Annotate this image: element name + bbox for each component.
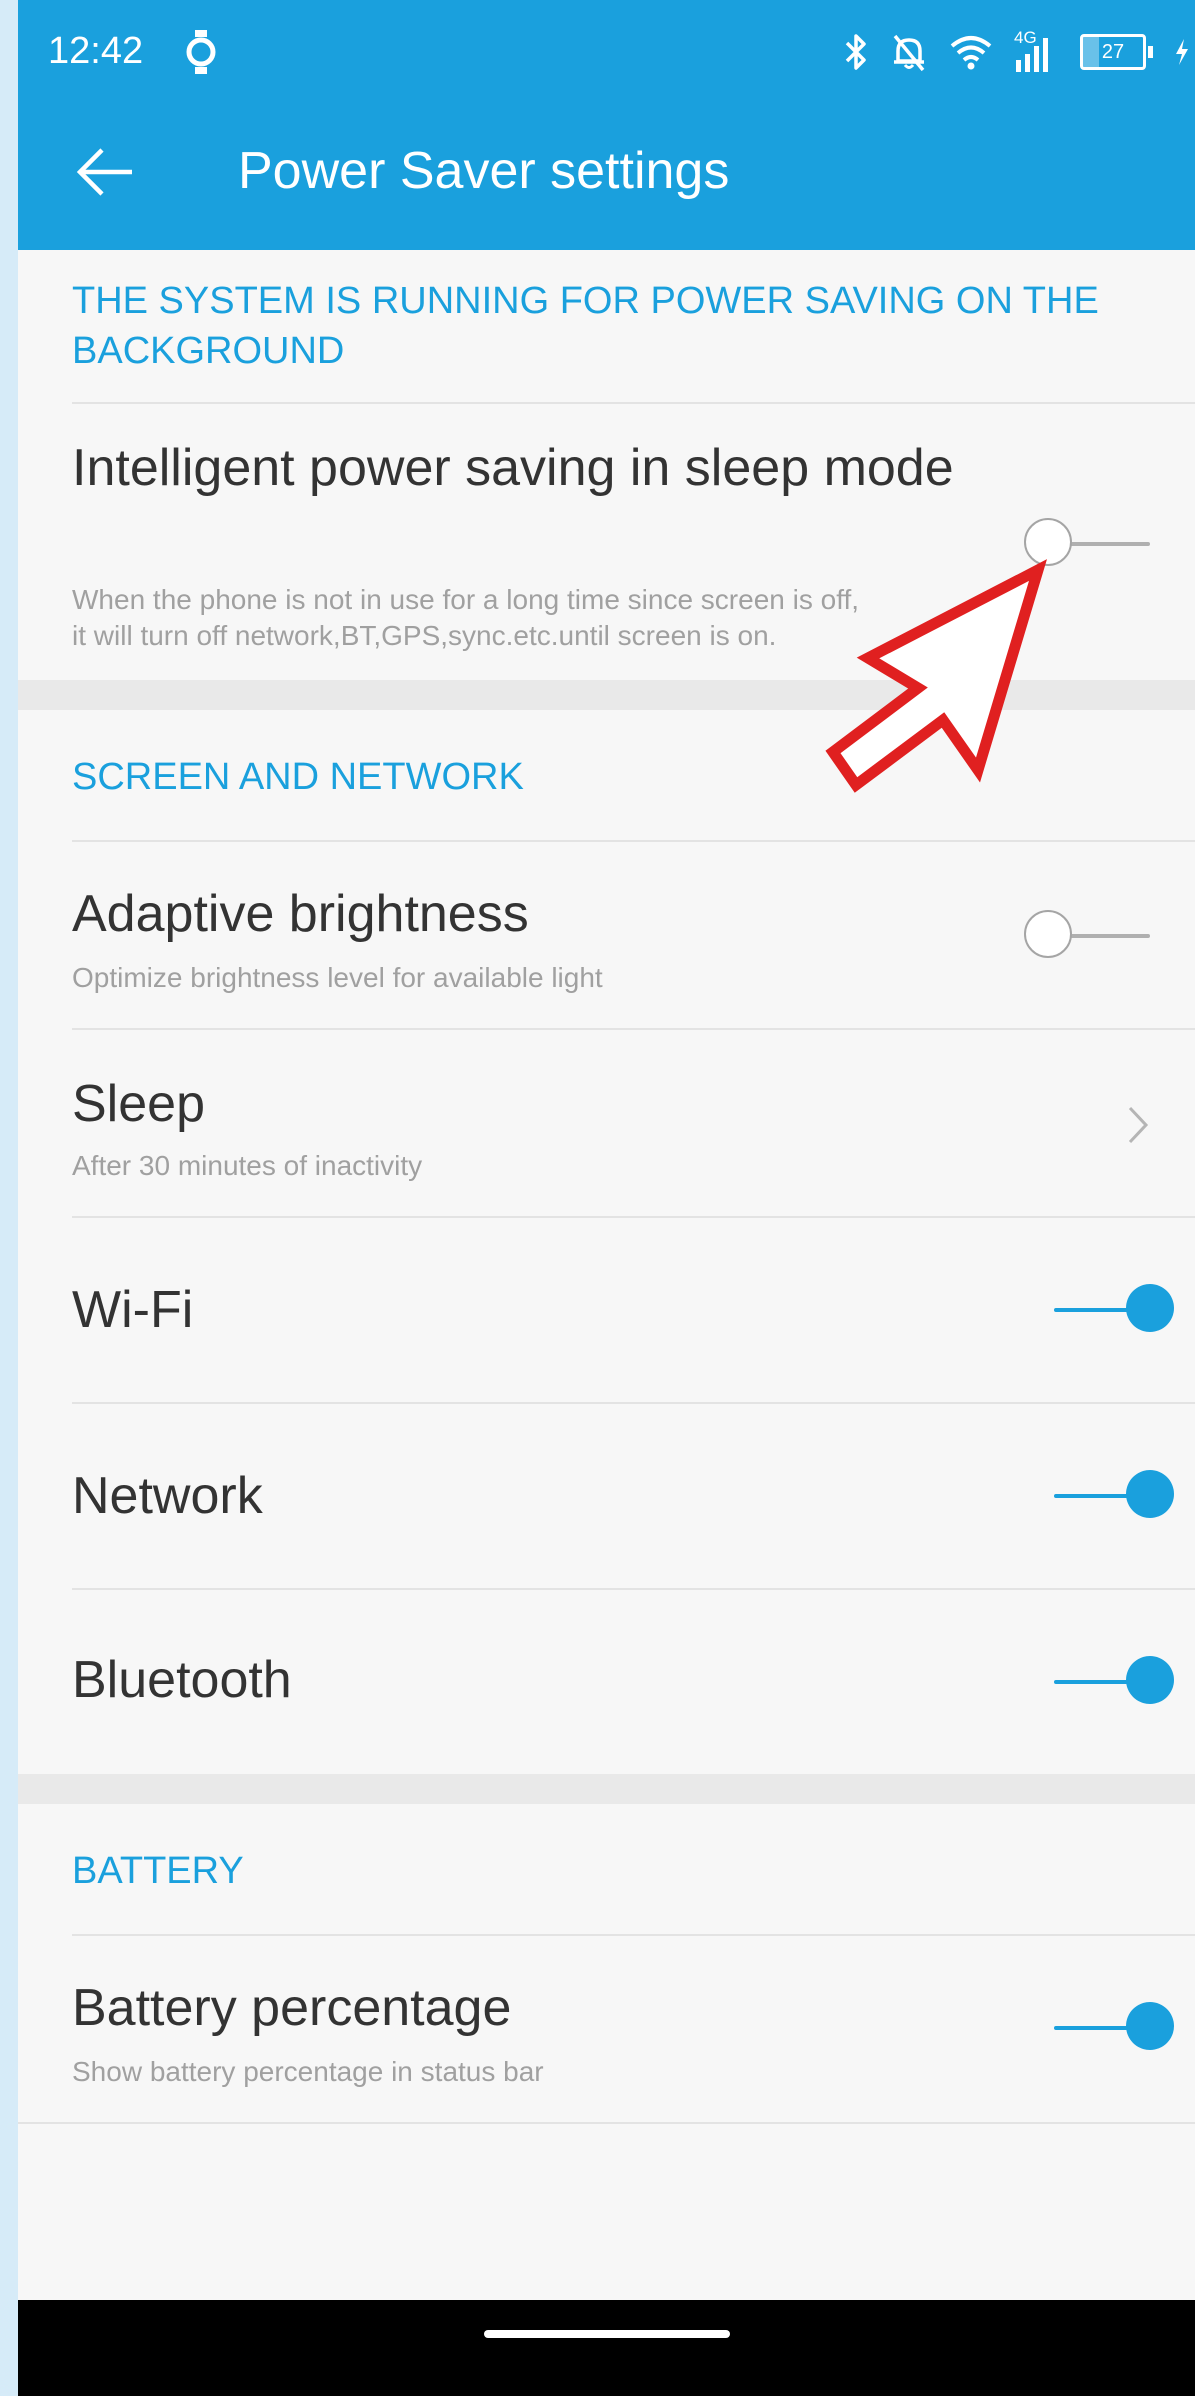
row-title: Battery percentage [72, 1979, 512, 2037]
watch-icon [186, 30, 216, 74]
row-title: Bluetooth [72, 1651, 292, 1709]
row-subtitle: After 30 minutes of inactivity [72, 1150, 423, 1181]
section-separator [18, 680, 1195, 710]
adaptive-brightness-toggle[interactable] [1024, 900, 1154, 970]
row-subtitle: When the phone is not in use for a long … [72, 584, 860, 615]
signal-icon: 4G [1014, 28, 1058, 74]
row-title: Sleep [72, 1075, 205, 1133]
section-header-screen-network: SCREEN AND NETWORK [72, 756, 524, 798]
bluetooth-icon [845, 34, 866, 70]
row-title: Wi-Fi [72, 1281, 194, 1339]
row-sleep[interactable]: Sleep After 30 minutes of inactivity [18, 1030, 1195, 1216]
row-battery-percentage[interactable]: Battery percentage Show battery percenta… [18, 1936, 1195, 2122]
section-header-background: THE SYSTEM IS RUNNING FOR POWER SAVING O… [72, 280, 1099, 372]
divider [18, 2122, 1195, 2124]
row-title: Network [72, 1467, 263, 1525]
status-icons: 4G 27 [844, 28, 1189, 76]
chevron-right-icon [1128, 1106, 1149, 1144]
row-intelligent-power-saving[interactable]: Intelligent power saving in sleep mode W… [18, 404, 1195, 680]
row-adaptive-brightness[interactable]: Adaptive brightness Optimize brightness … [18, 842, 1195, 1028]
row-subtitle: Optimize brightness level for available … [72, 962, 603, 993]
status-bar: 12:42 4G 27 [18, 0, 1195, 105]
row-title: Intelligent power saving in sleep mode [72, 439, 954, 497]
network-toggle[interactable] [1044, 1460, 1174, 1530]
battery-percentage-toggle[interactable] [1044, 1992, 1174, 2062]
section-separator [18, 1774, 1195, 1804]
page-title: Power Saver settings [238, 142, 730, 200]
battery-level-text: 27 [1101, 40, 1125, 63]
wifi-icon [950, 36, 992, 70]
section-header-battery: BATTERY [72, 1850, 244, 1892]
row-subtitle: Show battery percentage in status bar [72, 2056, 544, 2087]
charging-icon [1176, 39, 1188, 65]
battery-icon: 27 [1080, 34, 1153, 70]
mute-bell-icon [893, 34, 925, 72]
row-bluetooth[interactable]: Bluetooth [18, 1590, 1195, 1774]
app-header: 12:42 4G 27 Power Saver settings [18, 0, 1195, 250]
phone-screen: 12:42 4G 27 Power Saver settings THE SYS… [18, 0, 1195, 2396]
row-title: Adaptive brightness [72, 885, 529, 943]
row-wifi[interactable]: Wi-Fi [18, 1218, 1195, 1402]
wifi-toggle[interactable] [1044, 1274, 1174, 1344]
home-indicator[interactable] [483, 2330, 730, 2338]
intelligent-power-saving-toggle[interactable] [1024, 508, 1154, 578]
row-subtitle: it will turn off network,BT,GPS,sync.etc… [72, 620, 777, 651]
back-arrow-icon[interactable] [74, 140, 138, 204]
bluetooth-toggle[interactable] [1044, 1646, 1174, 1716]
navigation-bar [18, 2300, 1195, 2396]
status-time: 12:42 [48, 30, 144, 72]
row-network[interactable]: Network [18, 1404, 1195, 1588]
